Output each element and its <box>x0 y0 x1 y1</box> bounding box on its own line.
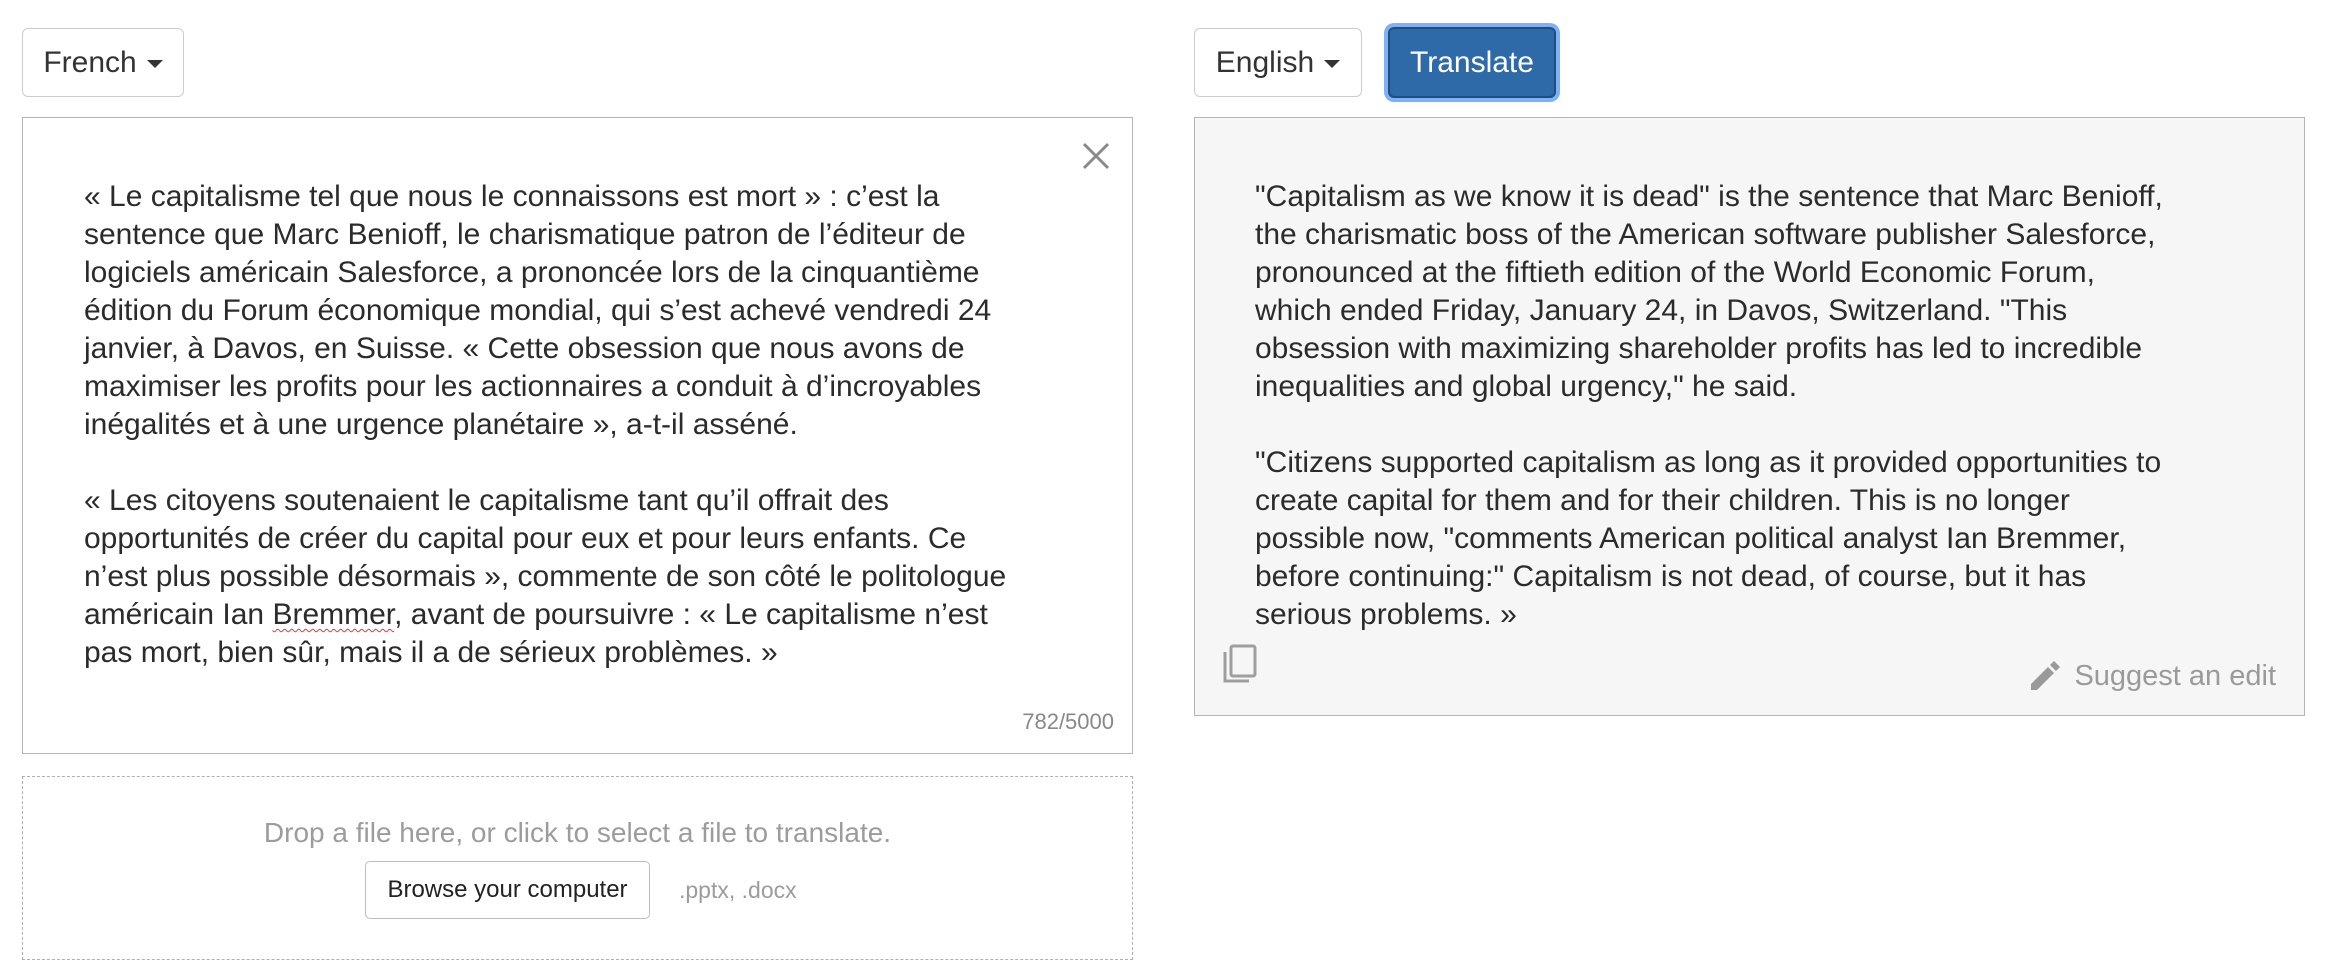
caret-down-icon <box>1324 60 1341 68</box>
translation-output-panel: "Capitalism as we know it is dead" is th… <box>1194 117 2305 716</box>
source-paragraph-text: « Le capitalisme tel que nous le connais… <box>84 180 992 441</box>
pencil-icon <box>2031 661 2061 690</box>
suggest-edit-button[interactable]: Suggest an edit <box>2028 659 2276 693</box>
source-paragraph: « Le capitalisme tel que nous le connais… <box>84 178 1094 444</box>
character-count: 782/5000 <box>1022 709 1114 734</box>
suggest-edit-label: Suggest an edit <box>2074 659 2276 692</box>
clear-text-button[interactable] <box>1078 138 1114 174</box>
copy-icon <box>1223 644 1257 683</box>
translation-text: "Capitalism as we know it is dead" is th… <box>1255 178 2265 634</box>
source-textarea[interactable]: « Le capitalisme tel que nous le connais… <box>84 178 1094 672</box>
drop-zone-text: Drop a file here, or click to select a f… <box>263 817 892 848</box>
file-drop-zone[interactable]: Drop a file here, or click to select a f… <box>22 776 1133 960</box>
target-language-dropdown[interactable]: English <box>1194 28 1362 97</box>
browse-computer-button[interactable]: Browse your computer <box>365 861 650 919</box>
source-text-panel[interactable]: « Le capitalisme tel que nous le connais… <box>22 117 1133 754</box>
source-language-dropdown[interactable]: French <box>22 28 184 97</box>
close-icon <box>1082 142 1110 170</box>
target-language-label: English <box>1215 45 1315 79</box>
translation-paragraph: "Citizens supported capitalism as long a… <box>1255 446 2162 631</box>
source-language-label: French <box>43 45 137 79</box>
spellcheck-flagged-word[interactable]: Bremmer <box>272 598 394 631</box>
copy-button[interactable] <box>1221 643 1261 687</box>
caret-down-icon <box>146 60 163 68</box>
supported-file-types: .pptx, .docx <box>679 877 797 903</box>
translation-paragraph: "Capitalism as we know it is dead" is th… <box>1255 180 2163 403</box>
source-paragraph: « Les citoyens soutenaient le capitalism… <box>84 482 1094 672</box>
translate-button[interactable]: Translate <box>1388 27 1556 98</box>
